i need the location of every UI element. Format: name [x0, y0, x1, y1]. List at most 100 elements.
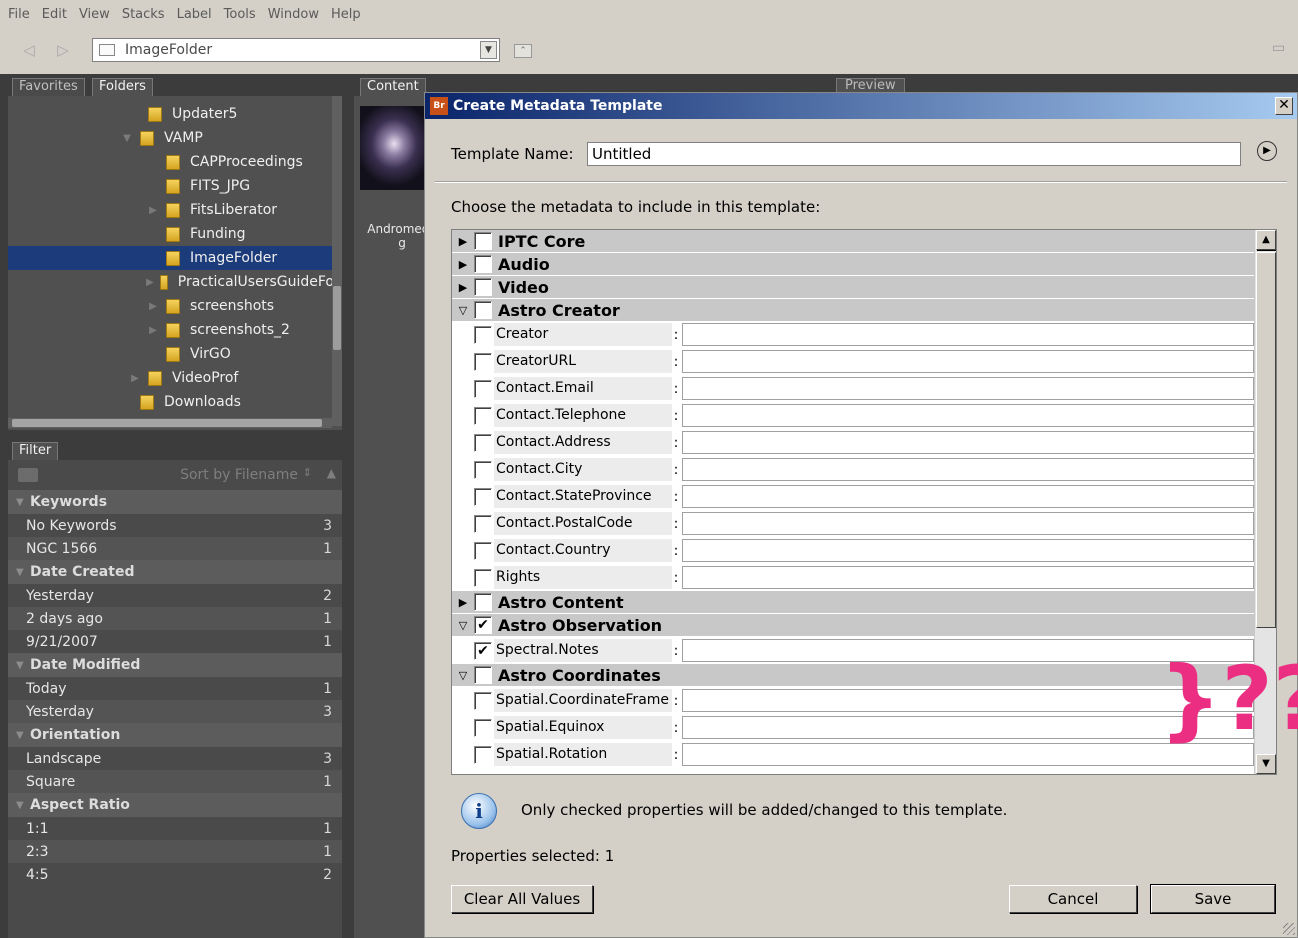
- expand-triangle-icon[interactable]: ▶: [452, 281, 474, 294]
- property-checkbox[interactable]: ✔: [474, 641, 492, 660]
- new-folder-icon[interactable]: ▭: [1272, 40, 1292, 58]
- property-checkbox[interactable]: [474, 352, 492, 371]
- property-checkbox[interactable]: [474, 568, 492, 587]
- metadata-group[interactable]: ▶ Audio: [452, 253, 1254, 275]
- metadata-group[interactable]: ▽ ✔ Astro Observation: [452, 614, 1254, 636]
- menu-help[interactable]: Help: [331, 7, 361, 22]
- filter-group-header[interactable]: ▼ Date Created: [8, 560, 342, 584]
- up-folder-icon[interactable]: ⌃: [514, 44, 532, 58]
- close-icon[interactable]: ✕: [1275, 97, 1293, 115]
- back-arrow-icon[interactable]: ◁: [18, 40, 40, 60]
- menu-tools[interactable]: Tools: [224, 7, 256, 22]
- group-checkbox[interactable]: [474, 232, 492, 250]
- sort-ascending-icon[interactable]: ▲: [327, 466, 336, 480]
- resize-grip-icon[interactable]: [1283, 923, 1295, 935]
- property-value-input[interactable]: [682, 323, 1254, 346]
- expand-icon[interactable]: ▼: [120, 133, 134, 144]
- filter-item[interactable]: Yesterday 3: [8, 700, 342, 723]
- folder-item[interactable]: ▶ screenshots: [8, 294, 334, 318]
- forward-arrow-icon[interactable]: ▷: [52, 40, 74, 60]
- filter-item[interactable]: No Keywords 3: [8, 514, 342, 537]
- property-checkbox[interactable]: [474, 541, 492, 560]
- filter-item[interactable]: Yesterday 2: [8, 584, 342, 607]
- menu-view[interactable]: View: [79, 7, 110, 22]
- tab-preview[interactable]: Preview: [836, 78, 905, 93]
- filter-options-icon[interactable]: [18, 468, 38, 482]
- folder-item[interactable]: ImageFolder: [8, 246, 334, 270]
- expand-icon[interactable]: ▶: [128, 373, 142, 384]
- tab-folders[interactable]: Folders: [92, 78, 153, 96]
- collapse-chevron-icon[interactable]: ▼: [8, 730, 30, 741]
- flyout-menu-icon[interactable]: ▶: [1257, 141, 1277, 161]
- property-value-input[interactable]: [682, 566, 1254, 589]
- folder-item[interactable]: CAPProceedings: [8, 150, 334, 174]
- filter-item[interactable]: Landscape 3: [8, 747, 342, 770]
- property-value-input[interactable]: [682, 431, 1254, 454]
- property-checkbox[interactable]: [474, 745, 492, 764]
- expand-icon[interactable]: ▶: [146, 277, 154, 288]
- save-button[interactable]: Save: [1150, 884, 1276, 914]
- filter-item[interactable]: Square 1: [8, 770, 342, 793]
- tree-vertical-scrollbar[interactable]: [332, 96, 342, 426]
- property-checkbox[interactable]: [474, 406, 492, 425]
- group-checkbox[interactable]: [474, 301, 492, 319]
- filter-group-header[interactable]: ▼ Keywords: [8, 490, 342, 514]
- expand-triangle-icon[interactable]: ▶: [452, 596, 474, 609]
- filter-item[interactable]: 9/21/2007 1: [8, 630, 342, 653]
- expand-triangle-icon[interactable]: ▶: [452, 235, 474, 248]
- group-checkbox[interactable]: ✔: [474, 616, 492, 634]
- filter-item[interactable]: 4:5 2: [8, 863, 342, 886]
- metadata-group[interactable]: ▽ Astro Coordinates: [452, 664, 1254, 686]
- property-checkbox[interactable]: [474, 379, 492, 398]
- menu-edit[interactable]: Edit: [42, 7, 67, 22]
- expand-icon[interactable]: ▶: [146, 325, 160, 336]
- scroll-up-icon[interactable]: ▲: [1256, 230, 1276, 250]
- property-checkbox[interactable]: [474, 325, 492, 344]
- clear-all-values-button[interactable]: Clear All Values: [451, 885, 593, 913]
- menu-window[interactable]: Window: [268, 7, 319, 22]
- dialog-title-bar[interactable]: Br Create Metadata Template ✕: [425, 93, 1297, 119]
- scrollbar-thumb[interactable]: [333, 286, 341, 350]
- cancel-button[interactable]: Cancel: [1009, 885, 1137, 913]
- folder-item[interactable]: ▶ screenshots_2: [8, 318, 334, 342]
- expand-icon[interactable]: ▶: [146, 205, 160, 216]
- filter-group-header[interactable]: ▼ Orientation: [8, 723, 342, 747]
- scroll-down-icon[interactable]: ▼: [1256, 754, 1276, 774]
- menu-file[interactable]: File: [8, 7, 30, 22]
- property-checkbox[interactable]: [474, 487, 492, 506]
- filter-item[interactable]: 2:3 1: [8, 840, 342, 863]
- expand-triangle-icon[interactable]: ▽: [452, 304, 474, 317]
- expand-triangle-icon[interactable]: ▽: [452, 619, 474, 632]
- property-checkbox[interactable]: [474, 514, 492, 533]
- tab-filter[interactable]: Filter: [12, 442, 59, 460]
- folder-item[interactable]: Funding: [8, 222, 334, 246]
- collapse-chevron-icon[interactable]: ▼: [8, 800, 30, 811]
- property-value-input[interactable]: [682, 485, 1254, 508]
- folder-item[interactable]: Updater5: [8, 102, 334, 126]
- expand-triangle-icon[interactable]: ▽: [452, 669, 474, 682]
- property-checkbox[interactable]: [474, 691, 492, 710]
- filter-item[interactable]: NGC 1566 1: [8, 537, 342, 560]
- path-dropdown[interactable]: ImageFolder ▼: [92, 38, 500, 62]
- menu-label[interactable]: Label: [177, 7, 212, 22]
- property-value-input[interactable]: [682, 350, 1254, 373]
- collapse-chevron-icon[interactable]: ▼: [8, 567, 30, 578]
- folder-item[interactable]: VirGO: [8, 342, 334, 366]
- group-checkbox[interactable]: [474, 255, 492, 273]
- filter-group-header[interactable]: ▼ Aspect Ratio: [8, 793, 342, 817]
- folder-item[interactable]: ▶ PracticalUsersGuideFo: [8, 270, 334, 294]
- property-checkbox[interactable]: [474, 718, 492, 737]
- metadata-group[interactable]: ▶ Video: [452, 276, 1254, 298]
- property-checkbox[interactable]: [474, 433, 492, 452]
- scrollbar-thumb[interactable]: [1256, 252, 1276, 628]
- metadata-group[interactable]: ▶ Astro Content: [452, 591, 1254, 613]
- menu-stacks[interactable]: Stacks: [122, 7, 165, 22]
- group-checkbox[interactable]: [474, 278, 492, 296]
- chevron-down-icon[interactable]: ▼: [480, 41, 497, 59]
- tree-horizontal-scrollbar[interactable]: [8, 418, 332, 428]
- metadata-group[interactable]: ▶ IPTC Core: [452, 230, 1254, 252]
- filter-group-header[interactable]: ▼ Date Modified: [8, 653, 342, 677]
- collapse-chevron-icon[interactable]: ▼: [8, 497, 30, 508]
- metadata-group[interactable]: ▽ Astro Creator: [452, 299, 1254, 321]
- folder-item[interactable]: ▼ VAMP: [8, 126, 334, 150]
